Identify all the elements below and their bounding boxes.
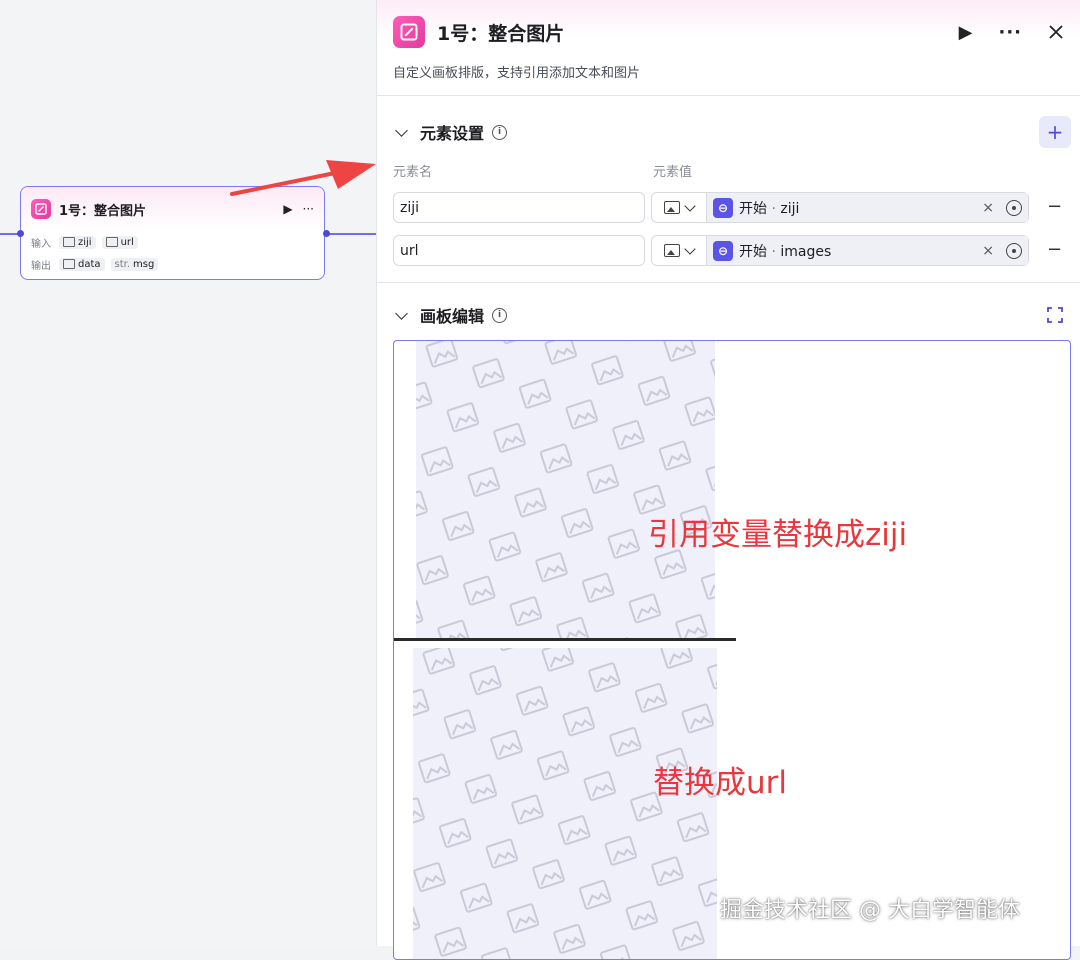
image-type-icon [63,237,75,247]
board-separator-line[interactable] [394,638,736,641]
workflow-node-merge-image[interactable]: 1号：整合图片 ▶ ··· 输入 ziji url 输出 data str. ms… [20,186,325,280]
panel-description: 自定义画板排版，支持引用添加文本和图片 [393,66,641,81]
clear-reference-icon[interactable]: × [982,200,994,216]
node-output-port[interactable] [323,230,330,237]
board-text-top[interactable]: 引用变量替换成ziji [648,509,907,554]
start-node-icon: ⊖ [713,240,733,261]
value-type-select[interactable] [652,236,707,265]
node-inputs-row: 输入 ziji url [21,231,324,253]
element-value-column-header: 元素值 [653,165,693,180]
element-name-input[interactable] [393,192,645,223]
info-icon[interactable]: i [492,307,508,323]
image-type-icon [664,244,680,257]
watermark: 掘金技术社区 @ 大白学智能体 [720,898,1020,923]
variable-reference[interactable]: ⊖ 开始 · images × [707,236,1028,265]
annotation-arrow [230,160,376,196]
board-section-header[interactable]: 画板编辑 i [393,303,508,327]
select-variable-icon[interactable] [1006,242,1022,259]
chevron-down-icon [684,242,696,255]
outgoing-connection [326,233,376,235]
node-more-icon[interactable]: ··· [303,202,314,216]
node-outputs-row: 输出 data str. msg [21,253,324,275]
image-placeholder-ziji[interactable] [416,341,715,638]
node-input-label: 输入 [31,238,51,250]
elements-section-title: 元素设置 [420,124,485,143]
close-icon[interactable] [1048,24,1064,40]
run-icon[interactable]: ▶ [959,22,973,43]
element-value-field: ⊖ 开始 · images × [651,235,1029,266]
node-output-label: 输出 [31,260,51,272]
chevron-down-icon [684,199,696,212]
image-placeholder-pattern [416,341,715,638]
node-output-name: data [78,258,101,270]
node-output-type: str. [114,258,131,270]
section-divider [377,282,1080,283]
remove-element-button[interactable]: − [1047,239,1062,260]
node-output-name: msg [133,258,155,270]
select-variable-icon[interactable] [1006,199,1022,216]
elements-section-header[interactable]: 元素设置 i [393,120,508,144]
start-node-icon: ⊖ [713,197,733,218]
variable-reference[interactable]: ⊖ 开始 · ziji × [707,193,1028,222]
element-name-input[interactable] [393,235,645,266]
image-type-icon [63,259,75,269]
image-placeholder-url[interactable] [413,648,717,959]
remove-element-button[interactable]: − [1047,196,1062,217]
node-input-chip: url [101,235,138,249]
info-icon[interactable]: i [492,124,508,140]
chevron-down-icon[interactable] [395,306,408,320]
board-section-title: 画板编辑 [420,307,485,326]
node-input-port[interactable] [17,230,24,237]
node-input-name: url [120,236,134,248]
chevron-down-icon[interactable] [395,123,408,137]
element-name-column-header: 元素名 [393,165,433,180]
reference-label: 开始 · images [739,243,832,260]
board-canvas[interactable]: 引用变量替换成ziji 替换成url [393,340,1071,960]
node-title: 1号：整合图片 [59,203,147,219]
element-value-field: ⊖ 开始 · ziji × [651,192,1029,223]
node-settings-panel: 1号：整合图片 ▶ ··· 自定义画板排版，支持引用添加文本和图片 元素设置 i… [376,0,1080,960]
panel-header: 1号：整合图片 ▶ ··· 自定义画板排版，支持引用添加文本和图片 [377,0,1080,96]
value-type-select[interactable] [652,193,707,222]
image-merge-app-icon [31,199,51,219]
node-run-icon[interactable]: ▶ [283,202,292,216]
clear-reference-icon[interactable]: × [982,243,994,259]
reference-label: 开始 · ziji [739,200,800,217]
more-icon[interactable]: ··· [998,22,1022,43]
node-output-chip: data [59,257,105,271]
image-type-icon [105,237,118,247]
node-output-chip: str. msg [110,257,159,271]
image-type-icon [664,201,680,214]
node-input-chip: ziji [59,235,96,249]
add-element-button[interactable]: + [1039,116,1071,148]
fullscreen-icon[interactable] [1047,307,1063,323]
board-text-bottom[interactable]: 替换成url [653,757,787,802]
image-merge-app-icon [393,16,425,48]
node-input-name: ziji [78,236,92,248]
image-placeholder-pattern [413,648,717,959]
panel-title: 1号：整合图片 [437,22,565,45]
workflow-canvas[interactable]: 1号：整合图片 ▶ ··· 输入 ziji url 输出 data str. ms… [0,0,376,946]
